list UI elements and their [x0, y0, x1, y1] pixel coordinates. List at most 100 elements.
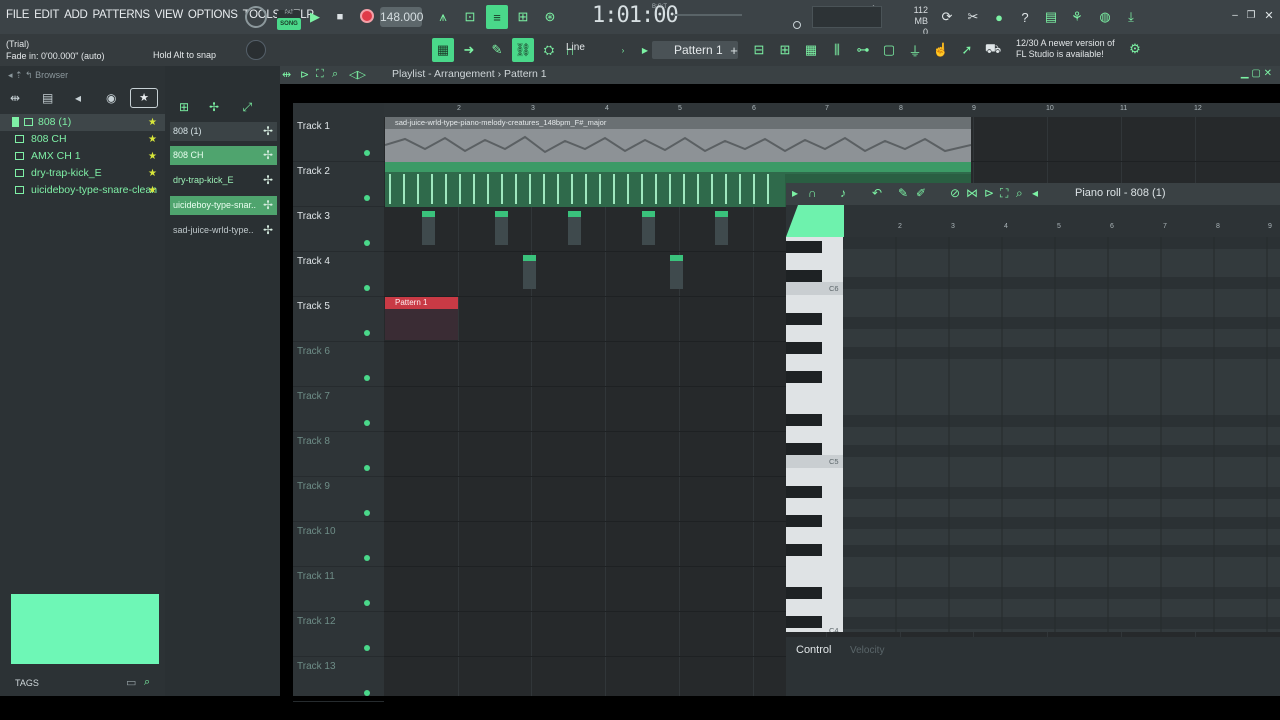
track-header-13[interactable]: Track 13: [293, 657, 384, 702]
picker-item-kick[interactable]: dry-trap-kick_E ✢: [170, 171, 277, 190]
delete-icon[interactable]: ⊘: [950, 186, 960, 200]
track-header-4[interactable]: Track 4: [293, 252, 384, 297]
menu-options[interactable]: OPTIONS: [188, 9, 238, 21]
menu-file[interactable]: FILE: [6, 9, 29, 21]
paint-icon[interactable]: ✐: [916, 186, 926, 200]
piano-roll-ruler[interactable]: [786, 205, 1280, 237]
picker-item-snare[interactable]: uicideboy-type-snar.. ✢: [170, 196, 277, 215]
file-icon[interactable]: ▤: [42, 91, 53, 105]
mute-led-icon[interactable]: [364, 555, 370, 561]
zoom-icon[interactable]: ⌕: [1016, 186, 1023, 201]
kick-clip[interactable]: [715, 211, 728, 245]
track-header-9[interactable]: Track 9: [293, 477, 384, 522]
speaker-icon[interactable]: ◂: [75, 91, 81, 105]
search-icon[interactable]: ⌕: [144, 676, 150, 689]
picker-item-808-1[interactable]: 808 (1) ✢: [170, 122, 277, 141]
select-icon[interactable]: ⛶: [1000, 186, 1008, 201]
mute-led-icon[interactable]: [364, 375, 370, 381]
folder-small-icon[interactable]: ▭: [126, 676, 136, 689]
plug-icon[interactable]: ⏚: [906, 41, 924, 59]
tempo-display[interactable]: 148.000: [380, 7, 423, 27]
track-header-7[interactable]: Track 7: [293, 387, 384, 432]
control-label[interactable]: Control: [796, 644, 831, 656]
browser-item-808-ch[interactable]: 808 CH ★: [0, 131, 165, 148]
master-pitch-handle-icon[interactable]: [793, 21, 801, 29]
speaker-small-icon[interactable]: ◂: [1032, 186, 1038, 200]
browser-item-kick[interactable]: dry-trap-kick_E ★: [0, 165, 165, 182]
tags-label[interactable]: TAGS: [15, 678, 39, 688]
cart-icon[interactable]: ⛟: [984, 41, 1002, 59]
black-key[interactable]: [786, 414, 822, 426]
black-key[interactable]: [786, 342, 822, 354]
kick-clip[interactable]: [642, 211, 655, 245]
save-icon[interactable]: ▤: [1042, 8, 1060, 26]
zoom-icon[interactable]: ⌕: [332, 68, 338, 81]
mute-led-icon[interactable]: [364, 510, 370, 516]
track-header-5[interactable]: Track 5: [293, 297, 384, 342]
snap-dropdown-icon[interactable]: ›: [618, 43, 628, 57]
browser-item-amx-ch1[interactable]: AMX CH 1 ★: [0, 148, 165, 165]
playlist-view-icon[interactable]: ▦: [432, 38, 454, 62]
tree-icon[interactable]: ⊶: [854, 41, 872, 59]
mute-led-icon[interactable]: [364, 330, 370, 336]
menu-add[interactable]: ADD: [64, 9, 88, 21]
mute-led-icon[interactable]: [364, 195, 370, 201]
chat-icon[interactable]: ◍: [1096, 8, 1114, 26]
track-header-6[interactable]: Track 6: [293, 342, 384, 387]
master-pitch-slider[interactable]: [674, 14, 742, 16]
draw-icon[interactable]: ✎: [898, 186, 908, 200]
pattern-1-clip[interactable]: Pattern 1: [385, 297, 458, 340]
slice-icon[interactable]: ⊳: [984, 186, 994, 200]
mute-led-icon[interactable]: [364, 690, 370, 696]
sliders-icon[interactable]: ⫼: [828, 41, 846, 59]
arrow-right-icon[interactable]: ➜: [460, 41, 478, 59]
black-key[interactable]: [786, 486, 822, 498]
playlist-ruler[interactable]: 2 3 4 5 6 7 8 9 10 11 12: [384, 103, 1280, 117]
play-icon[interactable]: ▶: [306, 8, 324, 26]
track-header-11[interactable]: Track 11: [293, 567, 384, 612]
piano-roll-event-editor[interactable]: Control Velocity: [786, 637, 1280, 696]
menu-view[interactable]: VIEW: [155, 9, 184, 21]
mute-led-icon[interactable]: [364, 600, 370, 606]
master-volume-knob[interactable]: [245, 6, 267, 28]
black-key[interactable]: [786, 371, 822, 383]
track-header-10[interactable]: Track 10: [293, 522, 384, 567]
menu-edit[interactable]: EDIT: [34, 9, 59, 21]
pencil-icon[interactable]: ✎: [488, 41, 506, 59]
piano-roll-icon[interactable]: ▦: [802, 41, 820, 59]
favorites-star-icon[interactable]: ★: [130, 88, 158, 108]
channel-rack-icon[interactable]: ⊞: [776, 41, 794, 59]
kick-clip[interactable]: [422, 211, 435, 245]
metronome-icon[interactable]: ⩚: [434, 8, 452, 26]
velocity-selector[interactable]: Velocity: [850, 645, 884, 656]
kick-clip[interactable]: [568, 211, 581, 245]
track-header-3[interactable]: Track 3: [293, 207, 384, 252]
black-key[interactable]: [786, 544, 822, 556]
menu-patterns[interactable]: PATTERNS: [92, 9, 150, 21]
mixer-icon[interactable]: ⊟: [750, 41, 768, 59]
picker-item-melody[interactable]: sad-juice-wrld-type.. ✢: [170, 221, 277, 240]
close-icon[interactable]: ✕: [1262, 8, 1276, 22]
note-icon[interactable]: ♪: [840, 186, 846, 200]
mute-icon[interactable]: ⋈: [966, 186, 978, 200]
mute-led-icon[interactable]: [364, 240, 370, 246]
slice-icon[interactable]: ⊳: [300, 68, 309, 81]
black-key[interactable]: [786, 616, 822, 628]
send-icon[interactable]: ➚: [958, 41, 976, 59]
link-icon[interactable]: ⛓: [512, 38, 534, 62]
snare-clip[interactable]: [523, 255, 536, 289]
collapse-icon[interactable]: ⇹: [10, 91, 20, 105]
pattern-prev-icon[interactable]: ▶: [640, 43, 650, 57]
update-notice[interactable]: 12/30 A newer version of FL Studio is av…: [1016, 38, 1115, 60]
waveform-preview[interactable]: [11, 594, 159, 664]
black-key[interactable]: [786, 515, 822, 527]
browser-item-snare[interactable]: uicideboy-type-snare-clean ★: [0, 182, 165, 199]
playback-icon[interactable]: ◁▷: [349, 68, 366, 81]
kick-clip[interactable]: [495, 211, 508, 245]
play-small-icon[interactable]: ▸: [792, 186, 798, 200]
black-key[interactable]: [786, 587, 822, 599]
track-header-12[interactable]: Track 12: [293, 612, 384, 657]
piano-keyboard[interactable]: C6 C5 C4: [786, 237, 843, 632]
select-icon[interactable]: ⛶: [316, 68, 324, 81]
plugin-icon[interactable]: ⚘: [1068, 8, 1086, 26]
